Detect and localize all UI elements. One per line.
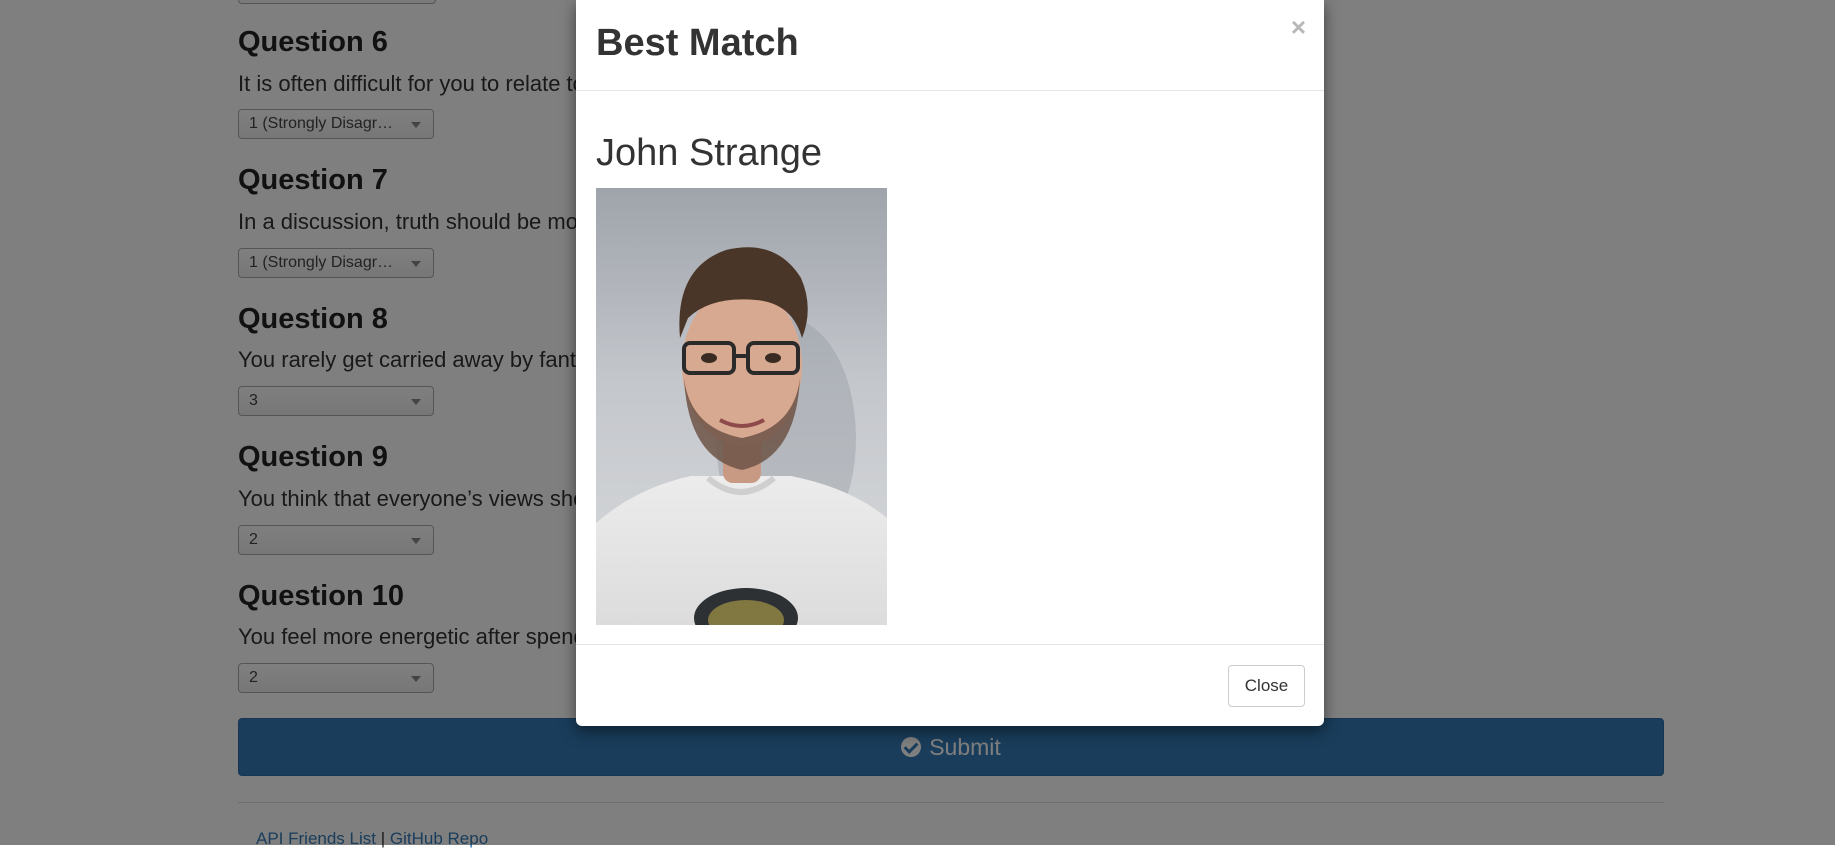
best-match-modal: Best Match × John Strange Close [576, 0, 1324, 726]
portrait-illustration [596, 247, 887, 625]
modal-footer: Close [576, 644, 1324, 727]
match-name: John Strange [596, 132, 823, 174]
modal-header: Best Match × [576, 0, 1324, 91]
match-photo [596, 188, 887, 625]
modal-title: Best Match [596, 22, 799, 64]
close-button[interactable]: Close [1228, 665, 1305, 707]
close-icon[interactable]: × [1291, 14, 1306, 40]
